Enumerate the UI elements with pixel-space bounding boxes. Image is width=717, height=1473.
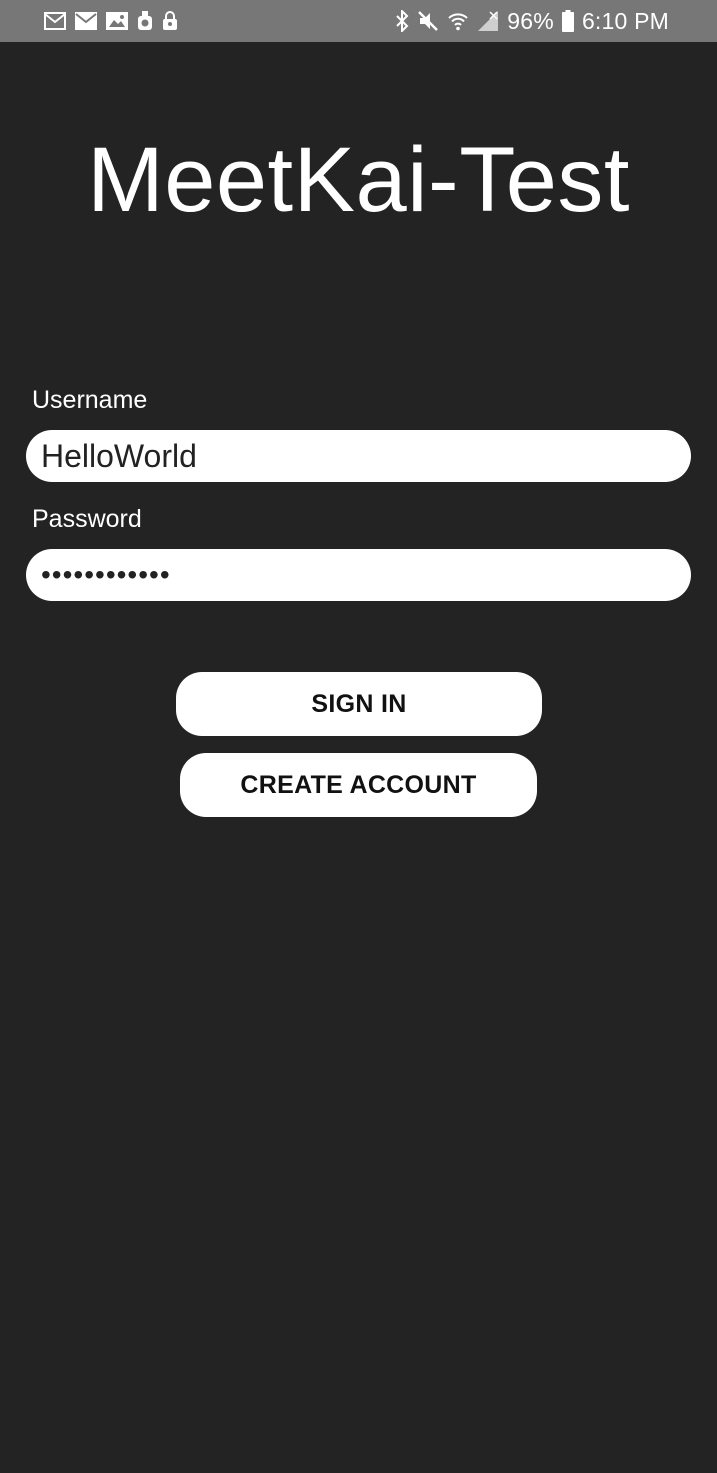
login-screen: 96% 6:10 PM MeetKai-Test Username HelloW… (0, 0, 717, 1473)
shield-icon (137, 11, 153, 31)
create-account-button[interactable]: CREATE ACCOUNT (180, 753, 537, 817)
notification-icons (44, 8, 178, 34)
mail-icon (44, 12, 66, 30)
lock-icon (162, 11, 178, 31)
status-bar: 96% 6:10 PM (0, 0, 717, 42)
mail-filled-icon (75, 12, 97, 30)
system-indicators: 96% 6:10 PM (395, 8, 669, 34)
wifi-icon (447, 10, 469, 32)
sign-in-button[interactable]: SIGN IN (176, 672, 542, 736)
app-title: MeetKai-Test (87, 129, 630, 231)
image-icon (106, 12, 128, 30)
username-input[interactable]: HelloWorld (26, 430, 691, 482)
password-label: Password (32, 505, 142, 533)
signal-icon (477, 10, 499, 32)
battery-percent: 96% (507, 7, 554, 34)
battery-icon (561, 10, 574, 32)
mute-icon (417, 10, 439, 32)
username-value: HelloWorld (41, 437, 197, 474)
password-value: •••••••••••• (41, 559, 171, 590)
bluetooth-icon (395, 10, 409, 32)
password-input[interactable]: •••••••••••• (26, 549, 691, 601)
username-label: Username (32, 386, 148, 414)
clock: 6:10 PM (581, 7, 669, 34)
